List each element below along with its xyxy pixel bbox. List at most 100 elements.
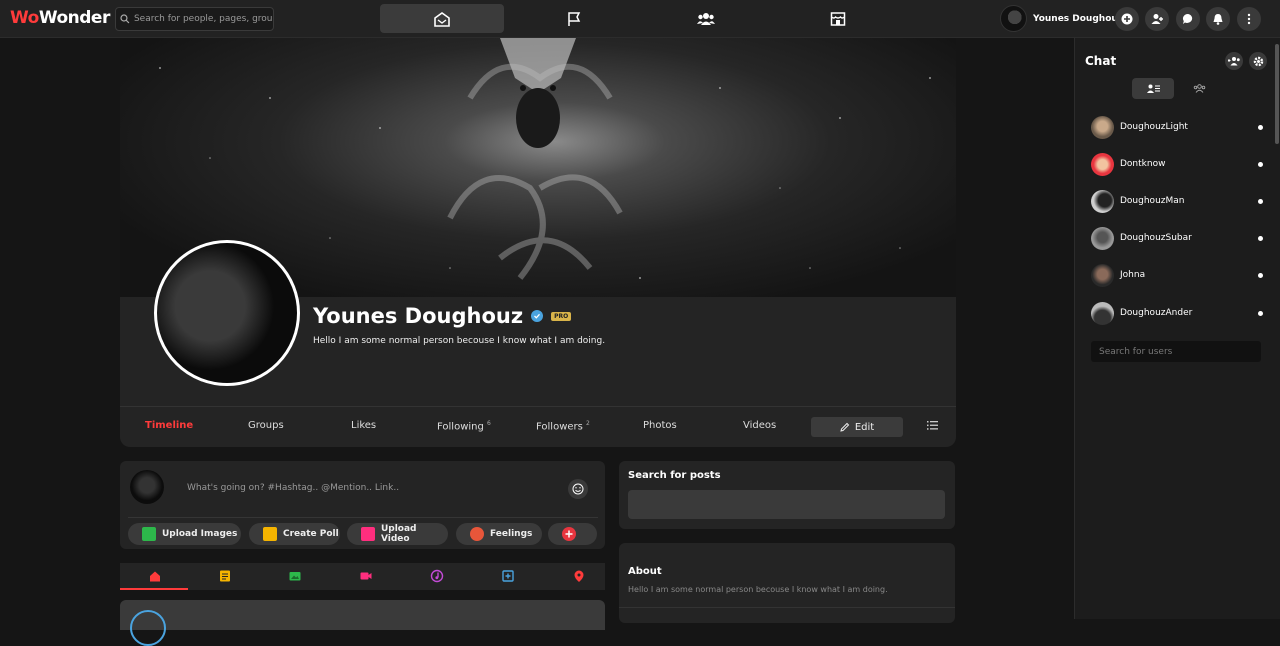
avatar	[1091, 189, 1114, 213]
chat-user-item[interactable]: DoughouzSubar	[1091, 226, 1263, 250]
poll-icon	[263, 527, 277, 541]
more-icon	[1247, 13, 1251, 25]
avatar	[1091, 115, 1114, 139]
about-text: Hello I am some normal person becouse I …	[628, 585, 888, 594]
smile-icon	[572, 483, 584, 495]
video-icon	[361, 527, 375, 541]
scrollbar-thumb[interactable]	[1275, 44, 1279, 144]
verified-badge-icon	[531, 310, 544, 322]
create-poll-button[interactable]: Create Poll	[249, 523, 340, 545]
tab-videos[interactable]: Videos	[743, 420, 776, 431]
nav-market[interactable]	[776, 4, 900, 33]
chat-user-search-input[interactable]	[1091, 341, 1261, 362]
document-icon[interactable]	[218, 569, 232, 583]
global-search[interactable]	[115, 7, 274, 31]
profile-bio: Hello I am some normal person becouse I …	[313, 336, 606, 346]
home-icon[interactable]	[148, 569, 162, 583]
divider	[619, 607, 955, 608]
list-menu-icon[interactable]	[927, 421, 938, 430]
more-actions-button[interactable]	[548, 523, 597, 545]
feelings-button[interactable]: Feelings	[456, 523, 542, 545]
video-icon[interactable]	[359, 569, 373, 583]
messages-button[interactable]	[1176, 7, 1200, 31]
online-status-dot	[1258, 124, 1263, 130]
tab-likes[interactable]: Likes	[351, 420, 376, 431]
chat-user-item[interactable]: DoughouzLight	[1091, 115, 1263, 139]
top-navigation-bar: WoWonder Younes Doughouz	[0, 0, 1280, 38]
tab-following[interactable]: Following 6	[437, 420, 491, 432]
tab-timeline[interactable]: Timeline	[145, 420, 193, 431]
site-logo[interactable]: WoWonder	[10, 8, 110, 28]
feed-filter-bar	[120, 563, 605, 590]
composer-input[interactable]: What's going on? #Hashtag.. @Mention.. L…	[187, 483, 399, 493]
chat-user-item[interactable]: DoughouzAnder	[1091, 301, 1263, 325]
tab-photos[interactable]: Photos	[643, 420, 677, 431]
chat-user-item[interactable]: Dontknow	[1091, 152, 1263, 176]
post-composer: What's going on? #Hashtag.. @Mention.. L…	[120, 461, 605, 549]
avatar	[130, 470, 164, 504]
online-status-dot	[1258, 272, 1263, 278]
post-card	[120, 600, 605, 646]
nav-home[interactable]	[380, 4, 504, 33]
flag-icon	[568, 11, 581, 26]
profile-name: Younes Doughouz PRO	[313, 304, 572, 328]
location-icon[interactable]	[572, 569, 586, 583]
profile-avatar[interactable]	[154, 240, 300, 386]
upload-video-button[interactable]: Upload Video	[347, 523, 448, 545]
chat-sidebar: Chat DoughouzLight Dontknow DoughouzMan …	[1074, 38, 1280, 619]
divider	[128, 517, 598, 518]
chat-user-item[interactable]: DoughouzMan	[1091, 189, 1263, 213]
online-status-dot	[1258, 235, 1263, 241]
nav-pages[interactable]	[512, 4, 636, 33]
chat-user-item[interactable]: Johna	[1091, 263, 1263, 287]
avatar	[1091, 152, 1114, 176]
chat-icon	[1182, 13, 1193, 24]
image-icon	[142, 527, 156, 541]
profile-header: Younes Doughouz PRO Hello I am some norm…	[120, 38, 956, 447]
search-icon	[120, 14, 130, 24]
plus-icon	[1121, 13, 1133, 25]
about-widget: About Hello I am some normal person beco…	[619, 543, 955, 623]
online-status-dot	[1258, 310, 1263, 316]
chat-settings-button[interactable]	[1249, 52, 1267, 70]
image-icon[interactable]	[288, 569, 302, 583]
online-status-dot	[1258, 161, 1263, 167]
groups-icon	[697, 12, 715, 25]
tab-users[interactable]	[1132, 78, 1174, 99]
bell-icon	[1213, 14, 1223, 25]
avatar	[130, 610, 166, 646]
friend-requests-button[interactable]	[1145, 7, 1169, 31]
search-posts-input[interactable]	[628, 490, 945, 519]
avatar	[1091, 226, 1114, 250]
user-list-icon	[1146, 84, 1160, 93]
market-icon	[830, 11, 846, 26]
more-button[interactable]	[1237, 7, 1261, 31]
edit-profile-button[interactable]: Edit	[811, 417, 903, 437]
avatar	[1091, 263, 1114, 287]
avatar	[1091, 301, 1114, 325]
create-group-chat-button[interactable]	[1225, 52, 1243, 70]
file-icon[interactable]	[501, 569, 515, 583]
music-icon[interactable]	[430, 569, 444, 583]
add-group-icon	[1228, 57, 1240, 66]
plus-icon	[562, 527, 576, 541]
tab-group-chats[interactable]	[1188, 78, 1210, 99]
chat-title: Chat	[1085, 54, 1117, 68]
notifications-button[interactable]	[1206, 7, 1230, 31]
groups-icon	[1193, 84, 1205, 93]
create-button[interactable]	[1115, 7, 1139, 31]
search-input[interactable]	[133, 14, 273, 24]
nav-groups[interactable]	[644, 4, 768, 33]
emoji-button[interactable]	[568, 479, 588, 499]
home-icon	[434, 11, 450, 27]
profile-tabs: Timeline Groups Likes Following 6 Follow…	[120, 406, 956, 447]
add-user-icon	[1151, 14, 1163, 24]
avatar	[1000, 5, 1027, 32]
upload-images-button[interactable]: Upload Images	[128, 523, 241, 545]
gear-icon	[1253, 56, 1263, 66]
tab-followers[interactable]: Followers 2	[536, 420, 590, 432]
tab-groups[interactable]: Groups	[248, 420, 284, 431]
feelings-icon	[470, 527, 484, 541]
user-menu[interactable]: Younes Doughouz	[1000, 5, 1123, 32]
pencil-icon	[840, 422, 850, 432]
